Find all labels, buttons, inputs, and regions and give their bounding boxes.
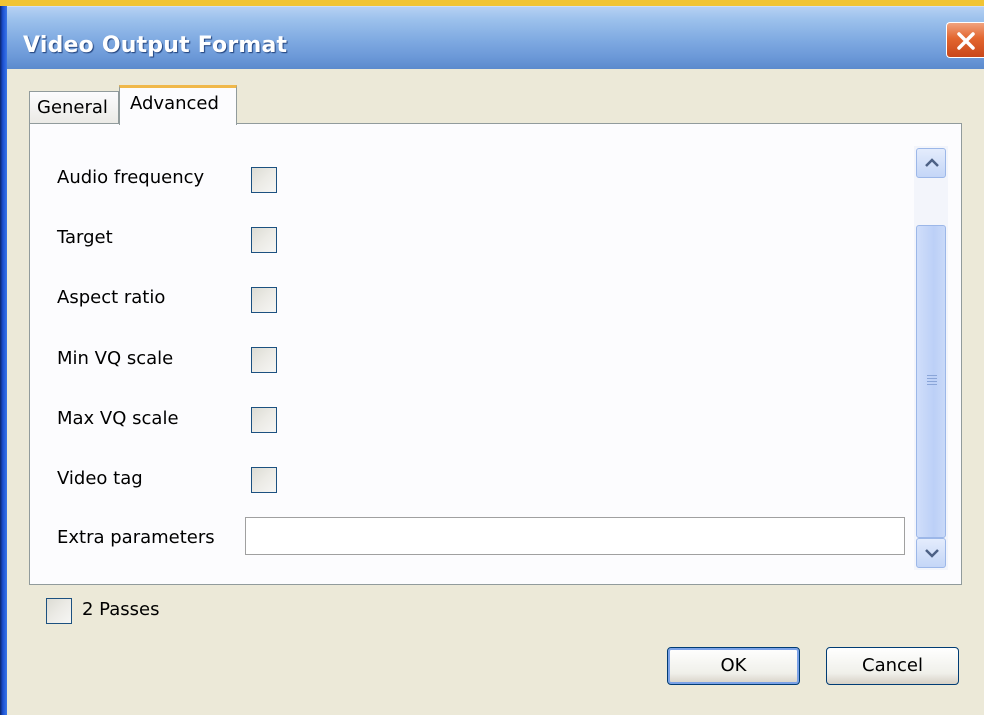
tab-advanced[interactable]: Advanced [119, 85, 237, 125]
close-button[interactable] [946, 22, 984, 58]
target-checkbox[interactable] [251, 227, 277, 253]
video-tag-checkbox[interactable] [251, 467, 277, 493]
title-bar[interactable]: Video Output Format [7, 6, 984, 69]
min-vq-scale-label: Min VQ scale [57, 348, 174, 369]
two-passes-checkbox[interactable] [46, 598, 72, 624]
target-label: Target [57, 227, 113, 248]
min-vq-scale-checkbox[interactable] [251, 347, 277, 373]
max-vq-scale-label: Max VQ scale [57, 408, 179, 429]
two-passes-label: 2 Passes [82, 599, 160, 620]
aspect-ratio-label: Aspect ratio [57, 287, 166, 308]
dialog-window: Video Output Format General Advanced Aud… [0, 0, 984, 715]
max-vq-scale-checkbox[interactable] [251, 407, 277, 433]
scroll-thumb[interactable] [916, 225, 946, 538]
cancel-button[interactable]: Cancel [826, 647, 959, 685]
aspect-ratio-checkbox[interactable] [251, 287, 277, 313]
chevron-down-icon [925, 549, 939, 558]
extra-parameters-input[interactable] [245, 517, 905, 555]
close-icon [957, 32, 975, 50]
tab-general-label: General [37, 97, 108, 118]
audio-frequency-checkbox[interactable] [251, 167, 277, 193]
audio-frequency-label: Audio frequency [57, 167, 205, 188]
tab-general[interactable]: General [29, 91, 119, 123]
tab-advanced-label: Advanced [130, 93, 219, 114]
video-tag-label: Video tag [57, 468, 143, 489]
window-title: Video Output Format [23, 33, 288, 58]
scroll-down-button[interactable] [916, 538, 946, 568]
chevron-up-icon [925, 158, 939, 167]
scroll-up-button[interactable] [916, 148, 946, 178]
ok-button[interactable]: OK [667, 647, 800, 685]
extra-parameters-label: Extra parameters [57, 527, 215, 548]
window-frame-left [0, 6, 7, 715]
